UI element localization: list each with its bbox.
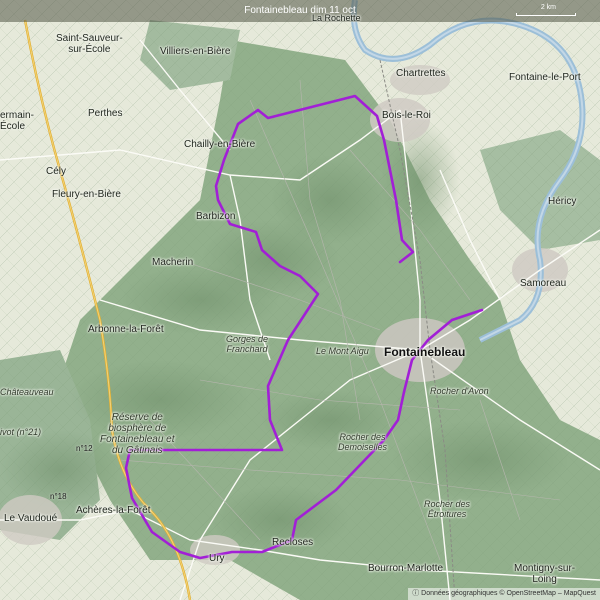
place-label-reserve: Réserve de biosphère de Fontainebleau et…	[100, 412, 175, 456]
place-label-saint-sauveur: Saint-Sauveur- sur-École	[56, 33, 123, 55]
place-label-montigny: Montigny-sur- Loing	[514, 563, 575, 585]
place-label-line: Fontainebleau et	[100, 434, 175, 445]
place-label-fleury: Fleury-en-Bière	[52, 189, 121, 200]
place-label-line: Montigny-sur-	[514, 563, 576, 574]
place-label-rocher-demoiselles: Rocher des Demoiselles	[338, 432, 387, 452]
place-label-rocher-avon: Rocher d'Avon	[430, 386, 489, 396]
place-label-line: Rocher des	[424, 499, 471, 509]
map-view[interactable]: Fontainebleau dim 11 oct 2 km La Rochett…	[0, 0, 600, 600]
scale-bar	[516, 13, 576, 16]
place-label-line: Franchard	[226, 344, 268, 354]
place-label-hericy: Héricy	[548, 196, 577, 207]
place-label-line: Saint-Sauveur-	[56, 33, 123, 44]
place-label-line: École	[0, 121, 26, 132]
scale-indicator: 2 km	[516, 4, 576, 18]
place-label-ury: Ury	[209, 553, 225, 564]
place-label-line: du Gâtinais	[111, 445, 163, 456]
place-label-recloses: Recloses	[272, 537, 314, 548]
place-label-cely: Cély	[46, 166, 67, 177]
place-label-rivot: ivot (n°21)	[0, 427, 42, 437]
map-title-bar: Fontainebleau dim 11 oct	[0, 0, 600, 22]
place-label-gorges-franchard: Gorges de Franchard	[226, 334, 268, 354]
place-label-line: Réserve de	[111, 412, 163, 423]
place-label-line: biosphère de	[108, 423, 167, 434]
place-label-line: Rocher des	[339, 432, 386, 442]
place-label-mont-aigu: Le Mont Aigu	[316, 346, 369, 356]
place-label-dammarie: ermain- École	[0, 110, 34, 132]
map-attribution[interactable]: ⓘ Données géographiques © OpenStreetMap …	[408, 588, 600, 600]
place-label-line: sur-École	[68, 44, 111, 55]
relief-shading	[390, 420, 570, 500]
place-label-macherin: Macherin	[152, 257, 194, 268]
place-label-samoreau: Samoreau	[520, 278, 567, 289]
place-label-bois-le-roi: Bois-le-Roi	[382, 110, 431, 121]
place-label-bourron-marlotte: Bourron-Marlotte	[368, 563, 444, 574]
place-label-la-rochette: La Rochette	[312, 13, 361, 23]
place-label-barbizon: Barbizon	[196, 211, 236, 222]
place-label-arbonne: Arbonne-la-Forêt	[88, 324, 164, 335]
place-label-chateauveau: Châteauveau	[0, 387, 54, 397]
place-label-fontainebleau: Fontainebleau	[384, 345, 466, 359]
scale-label: 2 km	[540, 4, 556, 11]
place-label-fontaine-le-port: Fontaine-le-Port	[509, 72, 581, 83]
place-label-line: Loing	[532, 574, 557, 585]
place-label-line: Demoiselles	[338, 442, 388, 452]
place-label-line: Gorges de	[226, 334, 269, 344]
place-label-perthes: Perthes	[88, 108, 123, 119]
place-label-rocher-etroitures: Rocher des Étroitures	[424, 499, 470, 519]
place-label-acheres: Achères-la-Forêt	[76, 505, 151, 516]
place-label-line: ermain-	[0, 110, 34, 121]
route-marker-n12: n°12	[76, 444, 93, 453]
place-label-le-vaudoue: Le Vaudoué	[4, 513, 58, 524]
route-marker-n18: n°18	[50, 492, 67, 501]
place-label-villiers: Villiers-en-Bière	[160, 46, 231, 57]
place-label-chartrettes: Chartrettes	[396, 68, 446, 79]
relief-shading	[270, 155, 390, 245]
place-label-chailly: Chailly-en-Bière	[184, 139, 256, 150]
place-label-line: Étroitures	[427, 509, 467, 519]
